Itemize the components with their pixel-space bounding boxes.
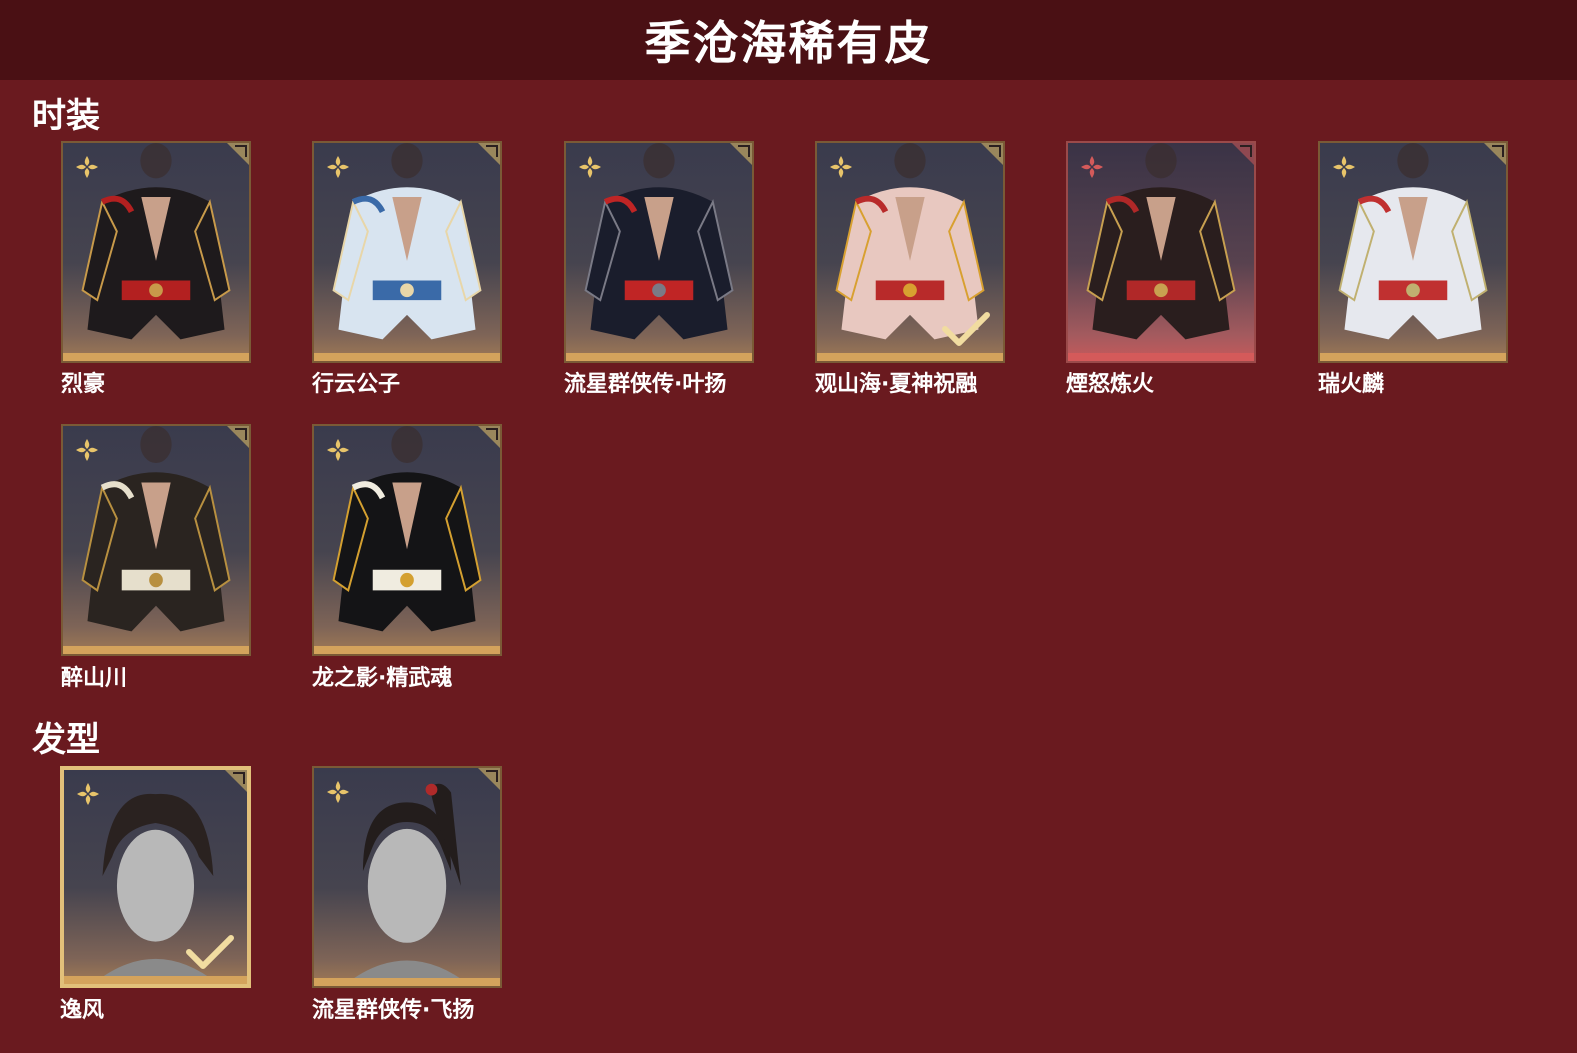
outfit-label: 观山海·夏神祝融: [815, 372, 978, 397]
corner-ornament-icon: [1484, 143, 1506, 165]
gold-flower-icon: [830, 156, 852, 178]
outfit-card[interactable]: [815, 141, 1005, 363]
rarity-bar: [63, 646, 249, 654]
corner-ornament-icon: [227, 426, 249, 448]
outfit-card[interactable]: [312, 141, 502, 363]
outfit-card[interactable]: [1066, 141, 1256, 363]
outfit-label: 流星群侠传·叶扬: [564, 372, 727, 397]
section-title-outfits: 时装: [32, 96, 100, 136]
owned-check-icon: [942, 312, 990, 346]
hairstyle-label: 流星群侠传·飞扬: [312, 998, 475, 1023]
owned-check-icon: [186, 935, 234, 969]
gold-flower-icon: [579, 156, 601, 178]
gold-flower-icon: [76, 439, 98, 461]
rarity-bar: [1068, 353, 1254, 361]
rarity-bar: [1320, 353, 1506, 361]
rarity-bar: [63, 353, 249, 361]
corner-ornament-icon: [730, 143, 752, 165]
outfit-card[interactable]: [61, 424, 251, 656]
rarity-bar: [64, 976, 247, 984]
corner-ornament-icon: [478, 143, 500, 165]
gold-flower-icon: [76, 156, 98, 178]
outfit-card[interactable]: [312, 424, 502, 656]
hairstyle-card[interactable]: [312, 766, 502, 988]
rarity-bar: [314, 353, 500, 361]
outfit-card[interactable]: [564, 141, 754, 363]
corner-ornament-icon: [478, 426, 500, 448]
outfit-label: 行云公子: [312, 372, 401, 397]
title-bar: 季沧海稀有皮: [0, 0, 1577, 80]
corner-ornament-icon: [225, 770, 247, 792]
red-flower-icon: [1081, 156, 1103, 178]
gold-flower-icon: [327, 439, 349, 461]
outfit-label: 烈豪: [61, 372, 106, 397]
gold-flower-icon: [327, 781, 349, 803]
outfit-label: 醉山川: [61, 666, 128, 691]
corner-ornament-icon: [227, 143, 249, 165]
corner-ornament-icon: [1232, 143, 1254, 165]
hairstyle-label: 逸风: [60, 998, 105, 1023]
rarity-bar: [314, 646, 500, 654]
gold-flower-icon: [77, 783, 99, 805]
corner-ornament-icon: [981, 143, 1003, 165]
rarity-bar: [566, 353, 752, 361]
section-title-hairstyles: 发型: [32, 720, 100, 760]
rarity-bar: [817, 353, 1003, 361]
outfit-label: 瑞火麟: [1318, 372, 1385, 397]
hairstyle-card[interactable]: [60, 766, 251, 988]
outfit-card[interactable]: [1318, 141, 1508, 363]
outfit-label: 煙怒炼火: [1066, 372, 1155, 397]
outfit-card[interactable]: [61, 141, 251, 363]
gold-flower-icon: [1333, 156, 1355, 178]
gold-flower-icon: [327, 156, 349, 178]
outfit-label: 龙之影·精武魂: [312, 666, 453, 691]
corner-ornament-icon: [478, 768, 500, 790]
rarity-bar: [314, 978, 500, 986]
page-title: 季沧海稀有皮: [644, 16, 933, 70]
